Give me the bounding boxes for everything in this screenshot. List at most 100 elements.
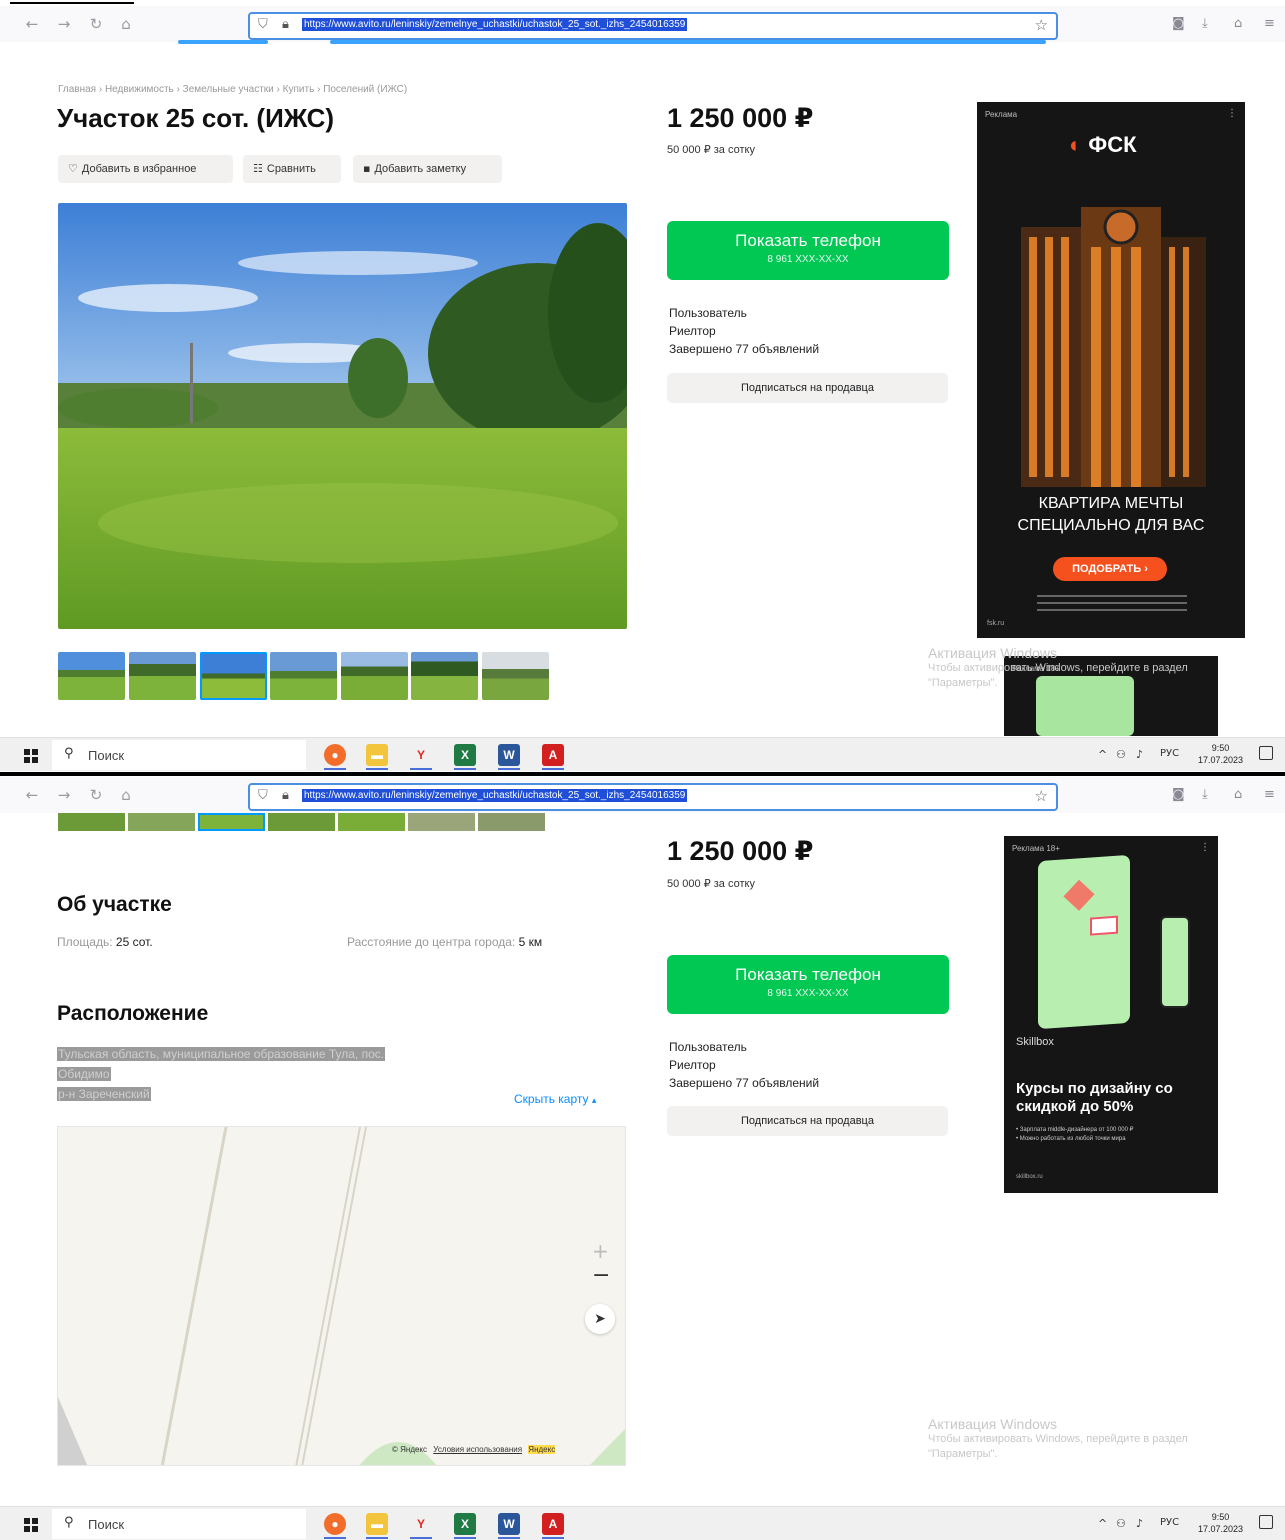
photo-thumbnail[interactable] (408, 813, 475, 831)
pocket-icon[interactable]: ◙ (1172, 16, 1185, 31)
notifications-icon[interactable] (1259, 1515, 1273, 1529)
show-phone-button[interactable]: Показать телефон 8 961 XXX-XX-XX (667, 955, 949, 1014)
url-text[interactable]: https://www.avito.ru/leninskiy/zemelnye_… (302, 18, 688, 31)
volume-icon[interactable]: ♪ (1136, 748, 1143, 761)
zoom-out-icon[interactable]: − (592, 1263, 610, 1288)
photo-thumbnail-selected[interactable] (200, 652, 267, 700)
ad-banner-fsk[interactable]: Реклама ⋮ ◐ ФСК КВАРТИРА МЕЧТЫ СПЕЦИАЛЬН… (977, 102, 1245, 638)
notifications-icon[interactable] (1259, 746, 1273, 760)
photo-thumbnail-selected[interactable] (198, 813, 265, 831)
clock[interactable]: 9:50 17.07.2023 (1198, 1511, 1243, 1535)
word-icon[interactable]: W (498, 1513, 520, 1539)
breadcrumb-item[interactable]: Недвижимость (105, 84, 174, 95)
menu-icon[interactable]: ≡ (1264, 787, 1275, 802)
network-icon[interactable]: ⚇ (1116, 748, 1126, 761)
home-icon[interactable]: ⌂ (116, 785, 136, 805)
start-icon[interactable] (24, 1518, 38, 1532)
file-explorer-icon[interactable]: ▬ (366, 744, 388, 770)
skillbox-bullet-2-text: Можно работать из любой точки мира (1019, 1136, 1126, 1142)
map[interactable]: + − ➤ © Яндекс Условия использования Янд… (57, 1126, 626, 1466)
clock[interactable]: 9:50 17.07.2023 (1198, 742, 1243, 766)
add-to-favorites-button[interactable]: ♡ Добавить в избранное (58, 155, 233, 183)
breadcrumb-item[interactable]: Купить (283, 84, 315, 95)
back-icon[interactable]: ← (22, 14, 42, 34)
taskbar-search[interactable]: ⚲ Поиск (52, 1509, 306, 1539)
map-brand[interactable]: Яндекс (528, 1445, 556, 1454)
photo-thumbnail[interactable] (268, 813, 335, 831)
hide-map-link[interactable]: Скрыть карту ▴ (514, 1092, 596, 1106)
excel-icon[interactable]: X (454, 1513, 476, 1539)
photo-thumbnail[interactable] (58, 813, 125, 831)
watermark-title: Активация Windows (928, 645, 1058, 661)
breadcrumb-item[interactable]: Земельные участки (183, 84, 274, 95)
geolocation-icon[interactable]: ➤ (585, 1304, 615, 1334)
page-title: Участок 25 сот. (ИЖС) (57, 103, 335, 133)
subscribe-seller-button[interactable]: Подписаться на продавца (667, 1106, 948, 1136)
add-note-button[interactable]: ▪ Добавить заметку (353, 155, 502, 183)
excel-icon[interactable]: X (454, 744, 476, 770)
menu-icon[interactable]: ≡ (1264, 16, 1275, 31)
network-icon[interactable]: ⚇ (1116, 1517, 1126, 1530)
seller-name[interactable]: Риелтор (669, 1056, 819, 1074)
yandex-browser-icon[interactable]: Y (410, 744, 432, 770)
forward-icon[interactable]: → (54, 14, 74, 34)
word-icon[interactable]: W (498, 744, 520, 770)
start-icon[interactable] (24, 749, 38, 763)
compare-button[interactable]: ☷ Сравнить (243, 155, 341, 183)
address-line-2: Обидимо (57, 1067, 111, 1081)
language-indicator[interactable]: РУС (1160, 1517, 1179, 1528)
tray-chevron-icon[interactable]: ^ (1098, 1517, 1107, 1530)
seller-name[interactable]: Риелтор (669, 322, 819, 340)
acrobat-icon[interactable]: A (542, 1513, 564, 1539)
language-indicator[interactable]: РУС (1160, 748, 1179, 759)
download-icon[interactable]: ⤓ (1202, 787, 1208, 802)
download-icon[interactable]: ⤓ (1202, 16, 1208, 31)
extensions-icon[interactable]: ⌂ (1234, 787, 1242, 802)
breadcrumb-item[interactable]: Главная (58, 84, 96, 95)
extensions-icon[interactable]: ⌂ (1234, 16, 1242, 31)
file-explorer-icon[interactable]: ▬ (366, 1513, 388, 1539)
map-terms-link[interactable]: Условия использования (433, 1445, 522, 1454)
bookmark-star-icon[interactable]: ☆ (1035, 16, 1048, 34)
bookmark-star-icon[interactable]: ☆ (1035, 787, 1048, 805)
photo-thumbnail[interactable] (128, 813, 195, 831)
home-icon[interactable]: ⌂ (116, 14, 136, 34)
firefox-icon[interactable]: ● (324, 744, 346, 770)
photo-thumbnail[interactable] (411, 652, 478, 700)
fsk-headline-2: СПЕЦИАЛЬНО ДЛЯ ВАС (1017, 517, 1205, 534)
breadcrumb-item[interactable]: Поселений (ИЖС) (323, 84, 407, 95)
photo-thumbnail[interactable] (341, 652, 408, 700)
price-per-unit: 50 000 ₽ за сотку (667, 144, 755, 156)
main-photo[interactable] (58, 203, 627, 629)
taskbar-search[interactable]: ⚲ Поиск (52, 740, 306, 770)
acrobat-icon[interactable]: A (542, 744, 564, 770)
photo-thumbnail[interactable] (478, 813, 545, 831)
volume-icon[interactable]: ♪ (1136, 1517, 1143, 1530)
ad-menu-icon[interactable]: ⋮ (1200, 842, 1210, 853)
photo-thumbnail[interactable] (58, 652, 125, 700)
ad-menu-icon[interactable]: ⋮ (1227, 108, 1237, 119)
photo-thumbnail[interactable] (338, 813, 405, 831)
zoom-in-icon[interactable]: + (592, 1239, 609, 1263)
photo-thumbnail[interactable] (270, 652, 337, 700)
firefox-icon[interactable]: ● (324, 1513, 346, 1539)
back-icon[interactable]: ← (22, 785, 42, 805)
reload-icon[interactable]: ↻ (86, 14, 106, 34)
browser-toolbar: ← → ↻ ⌂ ⛉ 🔒︎ https://www.avito.ru/lenins… (0, 6, 1285, 42)
photo-thumbnail[interactable] (482, 652, 549, 700)
distance-property: Расстояние до центра города: 5 км (347, 935, 542, 949)
reload-icon[interactable]: ↻ (86, 785, 106, 805)
subscribe-seller-button[interactable]: Подписаться на продавца (667, 373, 948, 403)
show-phone-button[interactable]: Показать телефон 8 961 XXX-XX-XX (667, 221, 949, 280)
photo-thumbnail[interactable] (129, 652, 196, 700)
search-icon: ⚲ (64, 746, 74, 761)
yandex-browser-icon[interactable]: Y (410, 1513, 432, 1539)
tray-chevron-icon[interactable]: ^ (1098, 748, 1107, 761)
pocket-icon[interactable]: ◙ (1172, 787, 1185, 802)
address-bar[interactable]: ⛉ 🔒︎ https://www.avito.ru/leninskiy/zeme… (248, 783, 1058, 811)
forward-icon[interactable]: → (54, 785, 74, 805)
url-text[interactable]: https://www.avito.ru/leninskiy/zemelnye_… (302, 789, 688, 802)
ad-banner-skillbox[interactable]: Реклама 18+ ⋮ Skillbox Курсы по дизайну … (1004, 836, 1218, 1193)
address-bar[interactable]: ⛉ 🔒︎ https://www.avito.ru/leninskiy/zeme… (248, 12, 1058, 40)
fsk-cta-button[interactable]: ПОДОБРАТЬ › (1053, 557, 1167, 581)
